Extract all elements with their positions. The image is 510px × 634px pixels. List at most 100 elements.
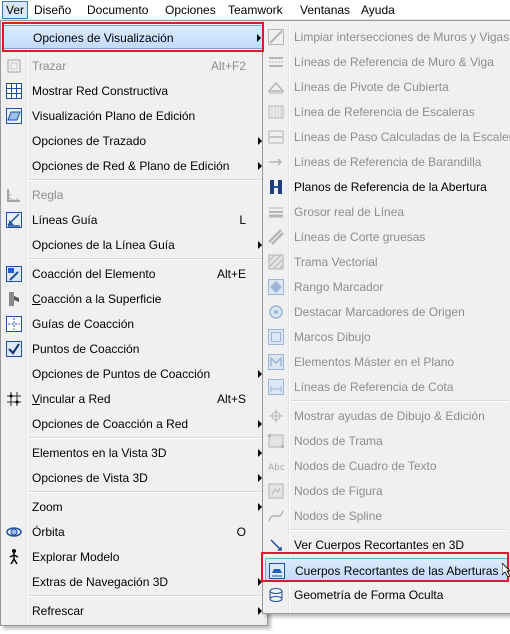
menu-item-label: Elementos en la Vista 3D xyxy=(32,446,167,460)
submenu-item-label: Trama Vectorial xyxy=(294,255,378,269)
menu-item-label: Zoom xyxy=(32,500,63,514)
menu-item-opciones-trazado[interactable]: Opciones de Trazado xyxy=(3,129,265,153)
shortcut-label: Alt+F2 xyxy=(210,59,246,73)
menu-documento[interactable]: Documento xyxy=(87,3,148,17)
submenu-item-mostrar-ayudas[interactable]: Mostrar ayudas de Dibujo & Edición xyxy=(265,404,509,428)
submenu-item-lineas-ref-muro[interactable]: Líneas de Referencia de Muro & Viga xyxy=(265,50,509,74)
submenu-item-nodos-figura[interactable]: Nodos de Figura xyxy=(265,479,509,503)
menu-item-opciones-puntos-coaccion[interactable]: Opciones de Puntos de Coacción xyxy=(3,362,265,386)
submenu-item-rango-marcador[interactable]: Rango Marcador xyxy=(265,275,509,299)
submenu-item-label: Limpiar intersecciones de Muros y Vigas xyxy=(294,30,510,44)
menu-item-orbita[interactable]: Órbita O xyxy=(3,520,265,544)
submenu-item-label: Líneas de Pivote de Cubierta xyxy=(294,80,449,94)
menu-item-opciones-visualizacion[interactable]: Opciones de Visualización xyxy=(3,25,265,49)
menu-item-label: Opciones de Red & Plano de Edición xyxy=(32,159,230,173)
menu-item-label: Opciones de la Línea Guía xyxy=(32,238,175,252)
menu-item-opciones-coaccion-red[interactable]: Opciones de Coacción a Red xyxy=(3,412,265,436)
menu-ver[interactable]: Ver xyxy=(2,1,29,19)
menu-item-regla[interactable]: Regla xyxy=(3,183,265,207)
menu-item-elementos-vista-3d[interactable]: Elementos en la Vista 3D xyxy=(3,441,265,465)
marker-range-icon xyxy=(267,278,285,296)
menu-item-lineas-guia[interactable]: Líneas Guía L xyxy=(3,208,265,232)
submenu-item-limpiar-intersecciones[interactable]: Limpiar intersecciones de Muros y Vigas xyxy=(265,25,509,49)
menu-item-label: Visualización Plano de Edición xyxy=(32,109,196,123)
roof-pivot-icon xyxy=(267,78,285,96)
wall-intersection-icon xyxy=(267,28,285,46)
submenu-item-cuerpos-recortantes-aberturas[interactable]: Cuerpos Recortantes de las Aberturas xyxy=(265,558,509,582)
submenu-item-label: Nodos de Cuadro de Texto xyxy=(294,459,437,473)
submenu-item-elementos-master[interactable]: Elementos Máster en el Plano xyxy=(265,350,509,374)
submenu-item-label: Grosor real de Línea xyxy=(294,205,405,219)
text-box-nodes-icon: Abc xyxy=(267,457,285,475)
submenu-item-label: Líneas de Paso Calculadas de la Escalera xyxy=(294,130,510,144)
submenu-item-label: Ver Cuerpos Recortantes en 3D xyxy=(294,538,465,552)
submenu-item-trama-vectorial[interactable]: Trama Vectorial xyxy=(265,250,509,274)
submenu-item-lineas-ref-barandilla[interactable]: Líneas de Referencia de Barandilla xyxy=(265,150,509,174)
menu-separator xyxy=(29,258,263,260)
menu-diseno[interactable]: Diseño xyxy=(34,3,71,17)
element-snap-icon xyxy=(5,265,23,283)
submenu-item-lineas-corte[interactable]: Líneas de Corte gruesas xyxy=(265,225,509,249)
submenu-item-label: Rango Marcador xyxy=(294,280,384,294)
menu-item-opciones-vista-3d[interactable]: Opciones de Vista 3D xyxy=(3,466,265,490)
submenu-separator xyxy=(291,400,507,402)
menu-ayuda[interactable]: Ayuda xyxy=(361,3,395,17)
menu-item-label: Explorar Modelo xyxy=(32,550,120,564)
menu-item-label: Coacción del Elemento xyxy=(32,267,156,281)
submenu-item-nodos-spline[interactable]: Nodos de Spline xyxy=(265,504,509,528)
submenu-item-label: Geometría de Forma Oculta xyxy=(294,588,444,602)
submenu-item-destacar-marcadores[interactable]: Destacar Marcadores de Origen xyxy=(265,300,509,324)
menu-item-label: Regla xyxy=(32,188,64,202)
menu-teamwork[interactable]: Teamwork xyxy=(228,3,283,17)
submenu-item-linea-ref-escaleras[interactable]: Línea de Referencia de Escaleras xyxy=(265,100,509,124)
menu-opciones[interactable]: Opciones xyxy=(165,3,216,17)
menu-item-visualizacion-plano[interactable]: Visualización Plano de Edición xyxy=(3,104,265,128)
menu-item-explorar-modelo[interactable]: Explorar Modelo xyxy=(3,545,265,569)
menu-ventanas[interactable]: Ventanas xyxy=(300,3,350,17)
submenu-item-nodos-trama[interactable]: Nodos de Trama xyxy=(265,429,509,453)
submenu-item-label: Línea de Referencia de Escaleras xyxy=(294,105,475,119)
menu-item-coaccion-superficie[interactable]: Coacción a la Superficie xyxy=(3,287,265,311)
submenu-item-label: Nodos de Figura xyxy=(294,484,383,498)
cursor-icon xyxy=(502,563,510,577)
submenu-item-ver-cuerpos-recortantes[interactable]: Ver Cuerpos Recortantes en 3D xyxy=(265,533,509,557)
submenu-item-lineas-pivote[interactable]: Líneas de Pivote de Cubierta xyxy=(265,75,509,99)
menu-item-mostrar-red[interactable]: Mostrar Red Constructiva xyxy=(3,79,265,103)
submenu-item-label: Líneas de Referencia de Barandilla xyxy=(294,155,482,169)
menu-item-puntos-coaccion[interactable]: Puntos de Coacción xyxy=(3,337,265,361)
orbit-icon xyxy=(5,523,23,541)
submenu-item-label: Planos de Referencia de la Abertura xyxy=(294,180,487,194)
opening-cutting-body-icon xyxy=(268,562,286,580)
bold-cut-lines-icon xyxy=(267,228,285,246)
submenu-item-label: Cuerpos Recortantes de las Aberturas xyxy=(295,564,499,578)
menu-item-opciones-red-plano[interactable]: Opciones de Red & Plano de Edición xyxy=(3,154,265,178)
submenu-item-nodos-cuadro-texto[interactable]: Abc Nodos de Cuadro de Texto xyxy=(265,454,509,478)
submenu-item-lineas-ref-cota[interactable]: Líneas de Referencia de Cota xyxy=(265,375,509,399)
opciones-visualizacion-submenu: Limpiar intersecciones de Muros y Vigas … xyxy=(262,20,510,614)
submenu-item-grosor-real[interactable]: Grosor real de Línea xyxy=(265,200,509,224)
submenu-item-marcos-dibujo[interactable]: Marcos Dibujo xyxy=(265,325,509,349)
menu-item-trazar[interactable]: Trazar Alt+F2 xyxy=(3,54,265,78)
menu-item-refrescar[interactable]: Refrescar xyxy=(3,599,265,623)
submenu-item-label: Líneas de Referencia de Muro & Viga xyxy=(294,55,494,69)
submenu-item-geometria-forma-oculta[interactable]: Geometría de Forma Oculta xyxy=(265,583,509,607)
checkmark-icon xyxy=(5,340,23,358)
menu-item-zoom[interactable]: Zoom xyxy=(3,495,265,519)
vector-hatch-icon xyxy=(267,253,285,271)
drawing-frame-icon xyxy=(267,328,285,346)
shortcut-label: Alt+E xyxy=(216,267,246,281)
grid-icon xyxy=(5,82,23,100)
menu-item-label: Opciones de Visualización xyxy=(33,31,174,45)
menu-item-guias-coaccion[interactable]: Guías de Coacción xyxy=(3,312,265,336)
submenu-item-planos-ref-abertura[interactable]: Planos de Referencia de la Abertura xyxy=(265,175,509,199)
menu-item-opciones-linea-guia[interactable]: Opciones de la Línea Guía xyxy=(3,233,265,257)
shortcut-label: L xyxy=(239,213,246,227)
menu-separator xyxy=(29,491,263,493)
menu-item-coaccion-elemento[interactable]: Coacción del Elemento Alt+E xyxy=(3,262,265,286)
stair-walkline-icon xyxy=(267,128,285,146)
submenu-item-lineas-paso[interactable]: Líneas de Paso Calculadas de la Escalera xyxy=(265,125,510,149)
menu-item-label: Órbita xyxy=(32,525,65,539)
opening-reference-plane-icon xyxy=(267,178,285,196)
menu-item-extras-navegacion[interactable]: Extras de Navegación 3D xyxy=(3,570,265,594)
menu-item-vincular-red[interactable]: Vincular a Red Alt+S xyxy=(3,387,265,411)
